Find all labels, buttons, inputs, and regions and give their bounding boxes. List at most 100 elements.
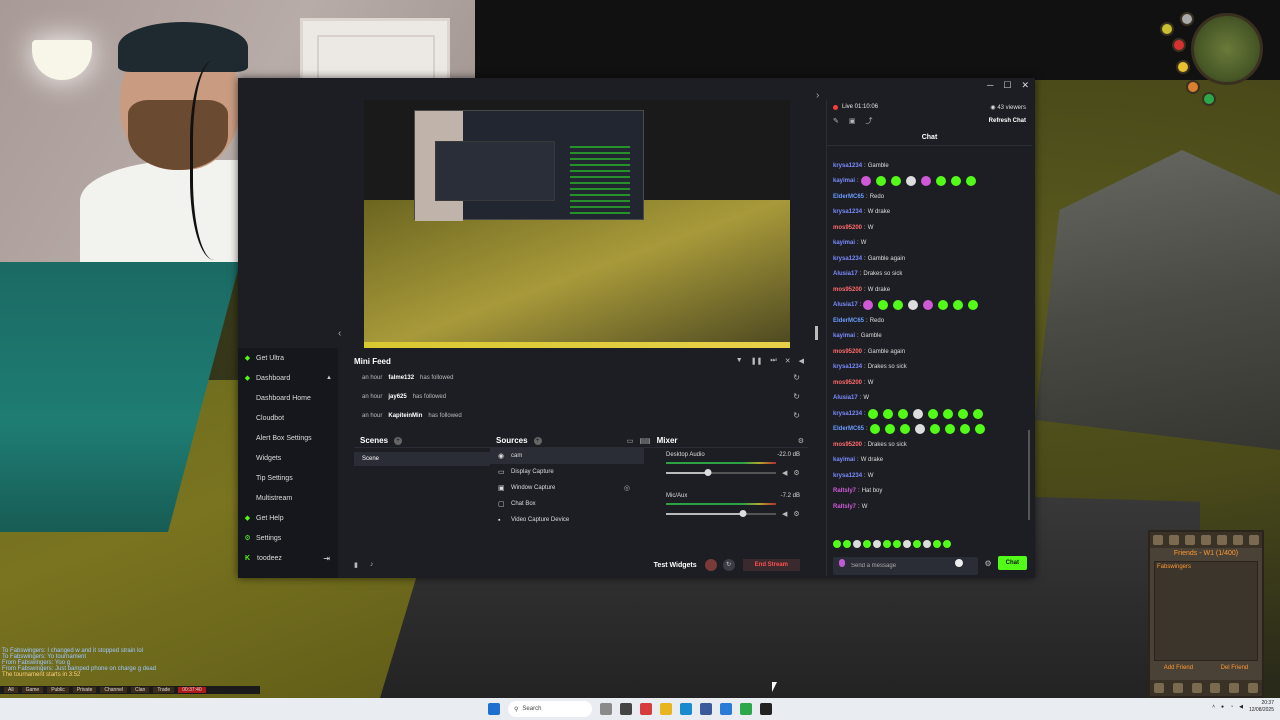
chat-username[interactable]: kayimai bbox=[833, 333, 855, 339]
hp-orb[interactable] bbox=[1160, 22, 1174, 36]
start-button-icon[interactable] bbox=[488, 703, 500, 715]
scene-item[interactable]: Scene bbox=[354, 452, 500, 466]
emoji-picker-icon[interactable] bbox=[955, 559, 963, 567]
emote-icon[interactable] bbox=[883, 540, 891, 548]
popout-icon[interactable]: ▣ bbox=[849, 117, 856, 125]
chat-username[interactable]: ElderMC65 bbox=[833, 194, 864, 200]
sidebar-item-multistream[interactable]: Multistream bbox=[238, 488, 338, 508]
chat-username[interactable]: krysa1234 bbox=[833, 364, 862, 370]
emotes-tab-icon[interactable] bbox=[1191, 683, 1202, 693]
sidebar-item-cloudbot[interactable]: Cloudbot bbox=[238, 408, 338, 428]
sidebar-item-get-help[interactable]: ◆ Get Help bbox=[238, 508, 338, 528]
chat-username[interactable]: krysa1234 bbox=[833, 163, 862, 169]
close-icon[interactable]: ✕ bbox=[1021, 80, 1029, 91]
skills-tab-icon[interactable] bbox=[1169, 535, 1179, 545]
chat-username[interactable]: kayimai bbox=[833, 240, 855, 246]
minimap-map[interactable] bbox=[1191, 13, 1263, 85]
wifi-icon[interactable]: ◔ bbox=[1230, 704, 1233, 710]
inventory-tab-icon[interactable] bbox=[1201, 535, 1211, 545]
equipment-tab-icon[interactable] bbox=[1217, 535, 1227, 545]
spec-orb[interactable] bbox=[1186, 80, 1200, 94]
chat-username[interactable]: kayimai bbox=[833, 178, 855, 184]
pause-icon[interactable]: ❚❚ bbox=[751, 357, 763, 365]
chrome-icon[interactable] bbox=[640, 703, 652, 715]
add-source-icon[interactable]: + bbox=[533, 436, 542, 445]
friends-tab-icon[interactable] bbox=[1247, 683, 1258, 693]
chat-username[interactable]: kayimai bbox=[833, 457, 855, 463]
system-clock[interactable]: 20:37 12/08/2025 bbox=[1249, 700, 1274, 714]
friend-item[interactable]: Fabswingers bbox=[1155, 562, 1257, 572]
minimize-icon[interactable]: ─ bbox=[987, 80, 993, 91]
mixer-collapse-icon[interactable]: ▤ bbox=[644, 437, 651, 445]
run-orb[interactable] bbox=[1176, 60, 1190, 74]
source-item[interactable]: ▪ Video Capture Device bbox=[490, 512, 650, 528]
quest-tab-icon[interactable] bbox=[1185, 535, 1195, 545]
mic-tray-icon[interactable]: ● bbox=[1221, 704, 1224, 710]
stats-icon[interactable]: ▮ bbox=[354, 561, 358, 569]
collapse-right-icon[interactable]: › bbox=[816, 90, 819, 101]
mixer-settings-icon[interactable]: ⚙ bbox=[798, 437, 804, 445]
feed-user[interactable]: KapiteinMin bbox=[388, 413, 422, 419]
sidebar-item-tip-settings[interactable]: Tip Settings bbox=[238, 468, 338, 488]
folder-icon[interactable] bbox=[660, 703, 672, 715]
feed-user[interactable]: jay625 bbox=[388, 394, 406, 400]
source-item[interactable]: ▢ Chat Box bbox=[490, 496, 650, 512]
send-chat-button[interactable]: Chat bbox=[997, 556, 1027, 570]
record-button[interactable] bbox=[704, 559, 717, 571]
emote-icon[interactable] bbox=[923, 540, 931, 548]
replay-alert-icon[interactable]: ↻ bbox=[793, 411, 800, 420]
volume-slider-knob[interactable] bbox=[739, 510, 747, 517]
maximize-icon[interactable]: ☐ bbox=[1003, 80, 1011, 91]
chat-username[interactable]: Raltsly7 bbox=[833, 504, 856, 510]
test-widgets-button[interactable]: Test Widgets bbox=[654, 562, 697, 569]
del-friend-button[interactable]: Del Friend bbox=[1221, 665, 1249, 671]
volume-icon[interactable]: ◀ bbox=[799, 357, 804, 365]
chat-tab-trade[interactable]: Trade bbox=[153, 687, 175, 693]
chat-settings-icon[interactable]: ⚙ bbox=[984, 559, 991, 568]
source-item[interactable]: ▣ Window Capture ◎ bbox=[490, 480, 650, 496]
filter-icon[interactable]: ▼ bbox=[736, 357, 743, 365]
chat-tab-clan[interactable]: Clan bbox=[131, 687, 150, 693]
channel-settings-icon[interactable]: ⚙ bbox=[793, 469, 799, 477]
sidebar-item-dashboard[interactable]: ◆ Dashboard ▲ bbox=[238, 368, 338, 388]
source-item[interactable]: ◉ cam bbox=[490, 448, 650, 464]
logout-tab-icon[interactable] bbox=[1154, 683, 1165, 693]
sidebar-item-dashboard-home[interactable]: Dashboard Home bbox=[238, 388, 338, 408]
tray-chevron-icon[interactable]: ˄ bbox=[1212, 704, 1215, 710]
feed-user[interactable]: falme132 bbox=[388, 375, 414, 381]
chat-tab-all[interactable]: All bbox=[4, 687, 18, 693]
replay-alert-icon[interactable]: ↻ bbox=[793, 373, 800, 382]
chat-username[interactable]: krysa1234 bbox=[833, 411, 862, 417]
chat-username[interactable]: mos95200 bbox=[833, 287, 862, 293]
task-view-icon[interactable] bbox=[600, 703, 612, 715]
emote-icon[interactable] bbox=[833, 540, 841, 548]
chat-tab-timer[interactable]: 00:37:40 bbox=[178, 687, 206, 693]
chat-username[interactable]: ElderMC65 bbox=[833, 426, 864, 432]
emote-icon[interactable] bbox=[943, 540, 951, 548]
replay-alert-icon[interactable]: ↻ bbox=[793, 392, 800, 401]
share-icon[interactable]: ⤴ bbox=[866, 116, 873, 126]
runelite-icon[interactable] bbox=[760, 703, 772, 715]
sidebar-item-alert-box-settings[interactable]: Alert Box Settings bbox=[238, 428, 338, 448]
chat-username[interactable]: mos95200 bbox=[833, 442, 862, 448]
emote-icon[interactable] bbox=[873, 540, 881, 548]
combat-tab-icon[interactable] bbox=[1153, 535, 1163, 545]
edit-icon[interactable]: ✎ bbox=[833, 117, 839, 125]
sidebar-item-get-ultra[interactable]: ◆ Get Ultra bbox=[238, 348, 338, 368]
chat-username[interactable]: Alusia17 bbox=[833, 395, 858, 401]
edge-icon[interactable] bbox=[680, 703, 692, 715]
sidebar-item-settings[interactable]: ⚙ Settings bbox=[238, 528, 338, 548]
eye-icon[interactable]: ◎ bbox=[624, 484, 630, 492]
preview-resize-handle[interactable] bbox=[815, 326, 818, 340]
chat-tab-channel[interactable]: Channel bbox=[100, 687, 128, 693]
compass-icon[interactable] bbox=[1180, 12, 1194, 26]
chat-username[interactable]: krysa1234 bbox=[833, 209, 862, 215]
taskbar-search[interactable]: ⚲ Search bbox=[508, 701, 592, 717]
folder-icon[interactable]: ▭ bbox=[627, 437, 634, 445]
chat-username[interactable]: Raltsly7 bbox=[833, 488, 856, 494]
emote-icon[interactable] bbox=[913, 540, 921, 548]
end-stream-button[interactable]: End Stream bbox=[742, 559, 800, 571]
add-friend-button[interactable]: Add Friend bbox=[1164, 665, 1193, 671]
refresh-chat-button[interactable]: Refresh Chat bbox=[989, 118, 1026, 124]
chat-username[interactable]: Alusia17 bbox=[833, 271, 858, 277]
